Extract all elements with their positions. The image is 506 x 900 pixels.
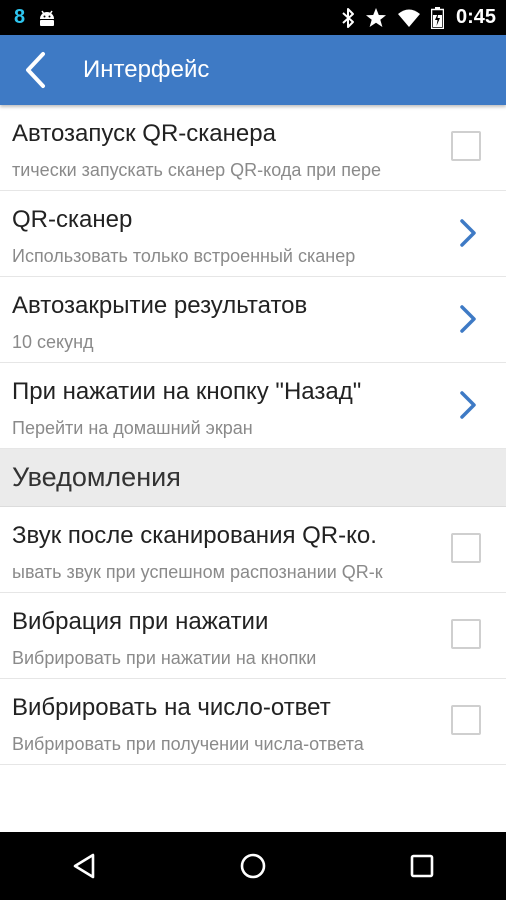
setting-autostart-qr-scanner[interactable]: Автозапуск QR-сканера тически запускать … [0, 105, 506, 191]
setting-scan-sound[interactable]: Звук после сканирования QR-ко. ывать зву… [0, 507, 506, 593]
setting-title: Вибрировать на число-ответ [12, 694, 331, 721]
vibrate-on-press-checkbox[interactable] [451, 619, 481, 649]
navigation-bar [0, 832, 506, 900]
chevron-right-icon [460, 391, 476, 419]
setting-subtitle: ывать звук при успешном распознании QR-к [12, 562, 383, 582]
setting-title: Звук после сканирования QR-ко. [12, 522, 377, 549]
android-debug-icon [37, 8, 57, 28]
battery-icon [430, 6, 444, 29]
nav-recents-button[interactable] [372, 832, 472, 900]
setting-subtitle: тически запускать сканер QR-кода при пер… [12, 160, 381, 180]
chevron-right-icon [460, 305, 476, 333]
setting-subtitle: Перейти на домашний экран [12, 418, 253, 438]
section-header-notifications: Уведомления [0, 449, 506, 507]
bluetooth-icon [341, 7, 355, 29]
back-triangle-icon [74, 853, 95, 879]
setting-title: При нажатии на кнопку "Назад" [12, 378, 362, 405]
setting-title: Автозапуск QR-сканера [12, 120, 276, 147]
settings-list[interactable]: Автозапуск QR-сканера тически запускать … [0, 105, 506, 832]
setting-vibrate-number-answer[interactable]: Вибрировать на число-ответ Вибрировать п… [0, 679, 506, 765]
setting-qr-scanner[interactable]: QR-сканер Использовать только встроенный… [0, 191, 506, 277]
setting-autoclose-results[interactable]: Автозакрытие результатов 10 секунд [0, 277, 506, 363]
status-bar: 8 0:45 [0, 0, 506, 35]
chevron-left-icon [26, 52, 45, 88]
recents-square-icon [410, 854, 433, 878]
clock: 0:45 [455, 6, 496, 28]
home-circle-icon [240, 853, 266, 879]
setting-back-button-action[interactable]: При нажатии на кнопку "Назад" Перейти на… [0, 363, 506, 449]
nav-home-button[interactable] [203, 832, 303, 900]
setting-subtitle: Вибрировать при получении числа-ответа [12, 734, 364, 754]
nav-back-button[interactable] [34, 832, 134, 900]
section-title: Уведомления [12, 462, 181, 492]
notification-badge: 8 [14, 6, 26, 28]
setting-subtitle: Использовать только встроенный сканер [12, 246, 356, 266]
setting-title: Вибрация при нажатии [12, 608, 269, 635]
scan-sound-checkbox[interactable] [451, 533, 481, 563]
wifi-icon [397, 8, 421, 28]
vibrate-number-answer-checkbox[interactable] [451, 705, 481, 735]
chevron-right-icon [460, 219, 476, 247]
back-button[interactable] [0, 35, 70, 105]
autostart-checkbox[interactable] [451, 131, 481, 161]
setting-vibrate-on-press[interactable]: Вибрация при нажатии Вибрировать при наж… [0, 593, 506, 679]
star-icon [365, 7, 387, 29]
page-title: Интерфейс [83, 56, 210, 83]
setting-title: Автозакрытие результатов [12, 292, 308, 319]
app-bar: Интерфейс [0, 35, 506, 105]
setting-subtitle: 10 секунд [12, 332, 94, 352]
setting-title: QR-сканер [12, 206, 133, 233]
setting-subtitle: Вибрировать при нажатии на кнопки [12, 648, 317, 668]
